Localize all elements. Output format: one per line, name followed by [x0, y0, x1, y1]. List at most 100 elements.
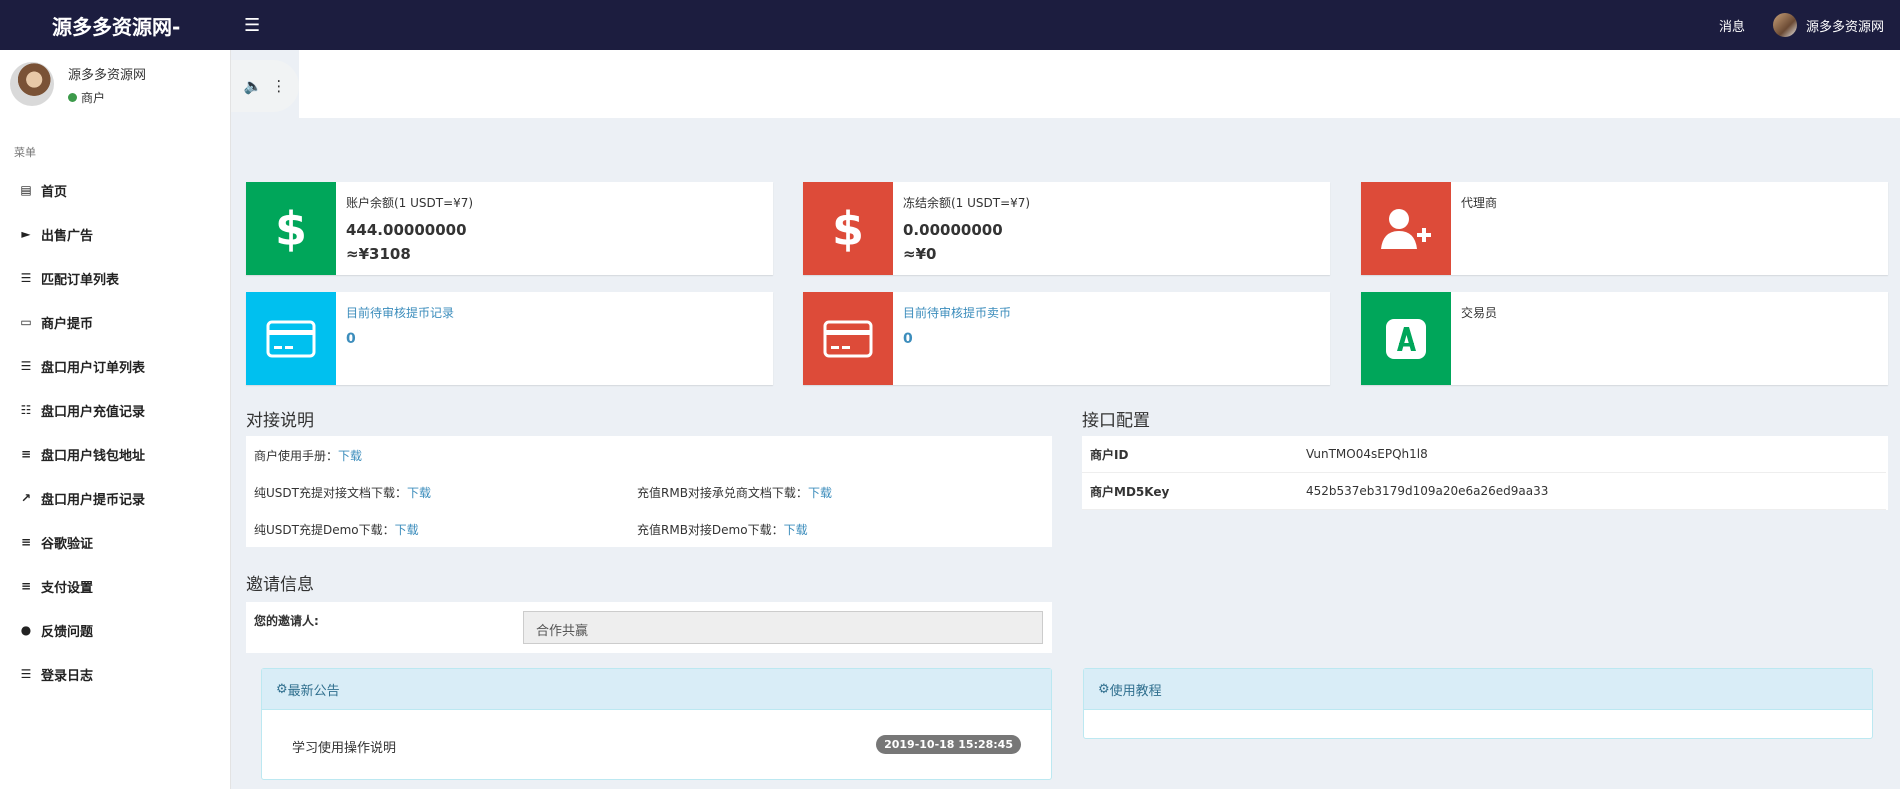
frozen-cny: ≈¥0	[903, 245, 937, 263]
balance-card: $ 账户余额(1 USDT=¥7) 444.00000000 ≈¥3108	[246, 182, 773, 275]
tutorial-header: ⚙ 使用教程	[1084, 669, 1872, 710]
trader-card[interactable]: 交易员	[1361, 292, 1888, 385]
notice-item[interactable]: 学习使用操作说明	[292, 737, 396, 756]
usdt-doc-download-link[interactable]: 下载	[407, 486, 431, 500]
gears-icon: ⚙	[1098, 681, 1110, 697]
sidebar-item-sell-ads[interactable]: ► 出售广告	[0, 212, 230, 256]
clipboard-icon: ☷	[20, 403, 32, 417]
megaphone-icon: ►	[21, 227, 31, 241]
sidebar-item-recharge-records[interactable]: ☷ 盘口用户充值记录	[0, 388, 230, 432]
messages-link[interactable]: 消息	[1719, 16, 1745, 35]
sidebar-item-label: 商户提币	[41, 316, 94, 332]
notice-panel: ⚙ 最新公告 学习使用操作说明 2019-10-18 15:28:45	[261, 668, 1052, 780]
inviter-label: 您的邀请人:	[254, 614, 319, 628]
rmb-doc-download-link[interactable]: 下载	[808, 486, 832, 500]
pending-withdraw-label[interactable]: 目前待审核提币记录	[346, 304, 454, 321]
list-icon: ☰	[20, 271, 32, 285]
gears-icon: ⚙	[276, 681, 288, 697]
speaker-icon[interactable]: 🔈	[244, 77, 263, 95]
sidebar-item-label: 登录日志	[41, 668, 94, 684]
rmb-demo-download-link[interactable]: 下载	[784, 523, 808, 537]
bars-icon: ≡	[20, 447, 32, 461]
bars-icon: ≡	[20, 535, 32, 549]
user-menu[interactable]: 源多多资源网	[1772, 13, 1884, 37]
sidebar-item-label: 反馈问题	[41, 624, 94, 640]
sidebar-item-label: 出售广告	[41, 228, 94, 244]
sidebar-item-user-orders[interactable]: ☰ 盘口用户订单列表	[0, 344, 230, 388]
bar-chart-icon: ▤	[20, 183, 32, 197]
sidebar-item-label: 盘口用户提币记录	[41, 492, 146, 508]
agent-card[interactable]: 代理商	[1361, 182, 1888, 275]
usdt-demo-label: 纯USDT充提Demo下载：	[254, 523, 395, 537]
md5-key-value: 452b537eb3179d109a20e6a26ed9aa33	[1306, 484, 1549, 498]
sidebar-item-label: 谷歌验证	[41, 536, 94, 552]
more-vertical-icon[interactable]: ⋮	[271, 77, 286, 95]
notice-title: 最新公告	[287, 683, 340, 699]
sidebar-item-match-orders[interactable]: ☰ 匹配订单列表	[0, 256, 230, 300]
avatar	[10, 62, 54, 106]
usdt-doc-label: 纯USDT充提对接文档下载：	[254, 486, 407, 500]
docs-box: 商户使用手册：下载 纯USDT充提对接文档下载：下载 充值RMB对接承兑商文档下…	[246, 436, 1052, 547]
frozen-card: $ 冻结余额(1 USDT=¥7) 0.00000000 ≈¥0	[803, 182, 1330, 275]
add-user-icon	[1361, 182, 1451, 275]
balance-value: 444.00000000	[346, 221, 467, 239]
tutorial-title: 使用教程	[1109, 683, 1162, 699]
list-ol-icon: ☰	[20, 667, 32, 681]
menu-header: 菜单	[14, 146, 36, 159]
comment-icon: ●	[20, 623, 32, 637]
rmb-demo-label: 充值RMB对接Demo下载：	[637, 523, 784, 537]
app-store-icon	[1361, 292, 1451, 385]
frozen-label: 冻结余额(1 USDT=¥7)	[903, 196, 1031, 210]
sidebar-item-withdraw-records[interactable]: ↗ 盘口用户提币记录	[0, 476, 230, 520]
sidebar-item-wallet-addresses[interactable]: ≡ 盘口用户钱包地址	[0, 432, 230, 476]
api-title: 接口配置	[1082, 411, 1150, 431]
rmb-doc-label: 充值RMB对接承兑商文档下载：	[637, 486, 808, 500]
invite-title: 邀请信息	[246, 575, 314, 595]
pending-sell-card[interactable]: 目前待审核提币卖币 0	[803, 292, 1330, 385]
sidebar-item-google-auth[interactable]: ≡ 谷歌验证	[0, 520, 230, 564]
hamburger-icon[interactable]: ☰	[244, 15, 260, 36]
online-status-icon	[68, 93, 77, 102]
pending-withdraw-card[interactable]: 目前待审核提币记录 0	[246, 292, 773, 385]
user-panel: 源多多资源网 商户	[0, 50, 230, 130]
dollar-icon: $	[246, 182, 336, 275]
merchant-id-value: VunTMO04sEPQh1l8	[1306, 447, 1428, 461]
manual-label: 商户使用手册：	[254, 449, 339, 463]
balance-cny: ≈¥3108	[346, 245, 411, 263]
sidebar-item-withdraw[interactable]: ▭ 商户提币	[0, 300, 230, 344]
top-navbar: 源多多资源网- ☰ 消息 源多多资源网	[0, 0, 1900, 50]
sidebar-item-feedback[interactable]: ● 反馈问题	[0, 608, 230, 652]
sidebar: 源多多资源网 商户 菜单 ▤ 首页 ► 出售广告 ☰ 匹配订单列表 ▭ 商户提币 ☰ 盘口…	[0, 50, 231, 789]
api-config-box: 商户ID VunTMO04sEPQh1l8 商户MD5Key 452b537eb…	[1082, 436, 1888, 510]
list-icon: ☰	[20, 359, 32, 373]
manual-download-link[interactable]: 下载	[338, 449, 362, 463]
sidebar-item-label: 盘口用户订单列表	[41, 360, 146, 376]
sidebar-item-label: 匹配订单列表	[41, 272, 120, 288]
agent-label: 代理商	[1461, 196, 1498, 210]
md5-key-label: 商户MD5Key	[1090, 484, 1170, 499]
balance-label: 账户余额(1 USDT=¥7)	[346, 196, 474, 210]
brand-logo[interactable]: 源多多资源网-	[0, 11, 230, 40]
usdt-demo-download-link[interactable]: 下载	[395, 523, 419, 537]
invite-box: 您的邀请人: 合作共赢	[246, 602, 1052, 653]
pending-sell-value: 0	[903, 331, 913, 347]
dollar-icon: $	[803, 182, 893, 275]
merchant-id-label: 商户ID	[1090, 447, 1129, 462]
user-role: 商户	[81, 91, 106, 105]
user-name: 源多多资源网	[68, 68, 147, 83]
notice-date-badge: 2019-10-18 15:28:45	[876, 735, 1021, 754]
content-header	[299, 50, 1900, 118]
sidebar-item-home[interactable]: ▤ 首页	[0, 168, 230, 212]
bars-icon: ≡	[20, 579, 32, 593]
docs-title: 对接说明	[246, 411, 314, 431]
pending-sell-label[interactable]: 目前待审核提币卖币	[903, 304, 1011, 321]
sidebar-item-login-log[interactable]: ☰ 登录日志	[0, 652, 230, 696]
credit-card-icon: ▭	[20, 315, 32, 329]
pending-withdraw-value: 0	[346, 331, 356, 347]
sidebar-item-payment-settings[interactable]: ≡ 支付设置	[0, 564, 230, 608]
sidebar-item-label: 盘口用户钱包地址	[41, 448, 146, 464]
sidebar-item-label: 首页	[41, 184, 68, 200]
trader-label: 交易员	[1461, 306, 1498, 320]
sidebar-item-label: 盘口用户充值记录	[41, 404, 146, 420]
notice-header: ⚙ 最新公告	[262, 669, 1051, 710]
